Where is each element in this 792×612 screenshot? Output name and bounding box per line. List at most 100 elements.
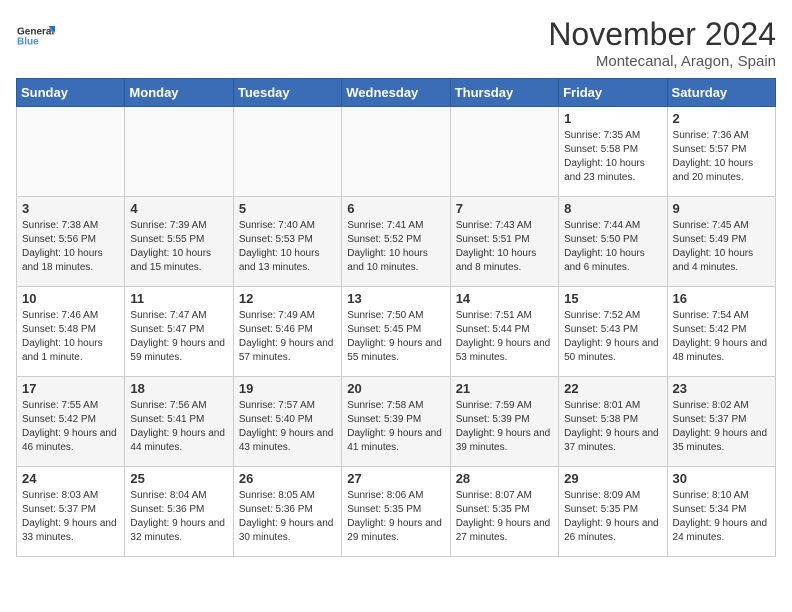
day-number: 29 bbox=[564, 471, 661, 486]
day-info: Sunrise: 8:01 AM Sunset: 5:38 PM Dayligh… bbox=[564, 399, 661, 455]
calendar-cell: 13 Sunrise: 7:50 AM Sunset: 5:45 PM Dayli… bbox=[342, 287, 450, 377]
day-info: Sunrise: 8:03 AM Sunset: 5:37 PM Dayligh… bbox=[22, 489, 119, 545]
calendar-cell: 14Sunrise: 7:51 AM Sunset: 5:44 PM Dayli… bbox=[450, 287, 558, 377]
day-number: 9 bbox=[673, 201, 770, 216]
day-info: Sunrise: 7:38 AM Sunset: 5:56 PM Dayligh… bbox=[22, 219, 119, 275]
day-info: Sunrise: 7:44 AM Sunset: 5:50 PM Dayligh… bbox=[564, 219, 661, 275]
logo: General Blue bbox=[16, 16, 106, 56]
calendar-cell: 22Sunrise: 8:01 AM Sunset: 5:38 PM Dayli… bbox=[559, 377, 667, 467]
calendar-cell: 17 Sunrise: 7:55 AM Sunset: 5:42 PM Dayli… bbox=[17, 377, 125, 467]
calendar-cell: 24 Sunrise: 8:03 AM Sunset: 5:37 PM Dayli… bbox=[17, 467, 125, 557]
day-info: Sunrise: 7:54 AM Sunset: 5:42 PM Dayligh… bbox=[673, 309, 770, 365]
calendar-week-row: 1Sunrise: 7:35 AM Sunset: 5:58 PM Daylig… bbox=[17, 107, 776, 197]
calendar-cell: 30 Sunrise: 8:10 AM Sunset: 5:34 PM Dayli… bbox=[667, 467, 775, 557]
day-info: Sunrise: 8:06 AM Sunset: 5:35 PM Dayligh… bbox=[347, 489, 444, 545]
day-number: 11 bbox=[130, 291, 227, 306]
day-number: 13 bbox=[347, 291, 444, 306]
calendar-cell bbox=[125, 107, 233, 197]
day-info: Sunrise: 7:36 AM Sunset: 5:57 PM Dayligh… bbox=[673, 129, 770, 185]
calendar-week-row: 24 Sunrise: 8:03 AM Sunset: 5:37 PM Dayli… bbox=[17, 467, 776, 557]
day-number: 28 bbox=[456, 471, 553, 486]
calendar-cell: 29Sunrise: 8:09 AM Sunset: 5:35 PM Dayli… bbox=[559, 467, 667, 557]
day-number: 17 bbox=[22, 381, 119, 396]
day-info: Sunrise: 7:52 AM Sunset: 5:43 PM Dayligh… bbox=[564, 309, 661, 365]
calendar-cell: 18 Sunrise: 7:56 AM Sunset: 5:41 PM Dayli… bbox=[125, 377, 233, 467]
day-number: 4 bbox=[130, 201, 227, 216]
calendar-cell: 15 Sunrise: 7:52 AM Sunset: 5:43 PM Dayli… bbox=[559, 287, 667, 377]
calendar-cell bbox=[233, 107, 341, 197]
calendar-cell: 10Sunrise: 7:46 AM Sunset: 5:48 PM Dayli… bbox=[17, 287, 125, 377]
day-info: Sunrise: 7:41 AM Sunset: 5:52 PM Dayligh… bbox=[347, 219, 444, 275]
calendar-week-row: 10Sunrise: 7:46 AM Sunset: 5:48 PM Dayli… bbox=[17, 287, 776, 377]
header-day-monday: Monday bbox=[125, 79, 233, 107]
day-info: Sunrise: 7:46 AM Sunset: 5:48 PM Dayligh… bbox=[22, 309, 119, 365]
day-number: 14 bbox=[456, 291, 553, 306]
day-info: Sunrise: 7:43 AM Sunset: 5:51 PM Dayligh… bbox=[456, 219, 553, 275]
svg-text:General: General bbox=[17, 27, 54, 38]
day-info: Sunrise: 7:55 AM Sunset: 5:42 PM Dayligh… bbox=[22, 399, 119, 455]
day-number: 8 bbox=[564, 201, 661, 216]
logo-svg: General Blue bbox=[16, 16, 56, 56]
day-number: 18 bbox=[130, 381, 227, 396]
day-number: 15 bbox=[564, 291, 661, 306]
calendar-week-row: 3 Sunrise: 7:38 AM Sunset: 5:56 PM Daylig… bbox=[17, 197, 776, 287]
day-number: 30 bbox=[673, 471, 770, 486]
calendar-cell: 3 Sunrise: 7:38 AM Sunset: 5:56 PM Daylig… bbox=[17, 197, 125, 287]
day-info: Sunrise: 7:45 AM Sunset: 5:49 PM Dayligh… bbox=[673, 219, 770, 275]
calendar-cell: 20 Sunrise: 7:58 AM Sunset: 5:39 PM Dayli… bbox=[342, 377, 450, 467]
day-info: Sunrise: 8:10 AM Sunset: 5:34 PM Dayligh… bbox=[673, 489, 770, 545]
day-info: Sunrise: 8:02 AM Sunset: 5:37 PM Dayligh… bbox=[673, 399, 770, 455]
calendar-cell: 4 Sunrise: 7:39 AM Sunset: 5:55 PM Daylig… bbox=[125, 197, 233, 287]
day-info: Sunrise: 7:50 AM Sunset: 5:45 PM Dayligh… bbox=[347, 309, 444, 365]
header-day-thursday: Thursday bbox=[450, 79, 558, 107]
calendar-cell: 27 Sunrise: 8:06 AM Sunset: 5:35 PM Dayli… bbox=[342, 467, 450, 557]
calendar-header-row: SundayMondayTuesdayWednesdayThursdayFrid… bbox=[17, 79, 776, 107]
header: General Blue November 2024 Montecanal, A… bbox=[16, 16, 776, 70]
calendar-cell: 6Sunrise: 7:41 AM Sunset: 5:52 PM Daylig… bbox=[342, 197, 450, 287]
title-area: November 2024 Montecanal, Aragon, Spain bbox=[548, 16, 776, 70]
day-info: Sunrise: 7:49 AM Sunset: 5:46 PM Dayligh… bbox=[239, 309, 336, 365]
day-info: Sunrise: 7:47 AM Sunset: 5:47 PM Dayligh… bbox=[130, 309, 227, 365]
calendar-cell: 1Sunrise: 7:35 AM Sunset: 5:58 PM Daylig… bbox=[559, 107, 667, 197]
calendar-cell: 28Sunrise: 8:07 AM Sunset: 5:35 PM Dayli… bbox=[450, 467, 558, 557]
calendar-cell: 9 Sunrise: 7:45 AM Sunset: 5:49 PM Daylig… bbox=[667, 197, 775, 287]
day-number: 21 bbox=[456, 381, 553, 396]
calendar-cell: 21 Sunrise: 7:59 AM Sunset: 5:39 PM Dayli… bbox=[450, 377, 558, 467]
month-title: November 2024 bbox=[548, 16, 776, 53]
calendar-cell bbox=[342, 107, 450, 197]
calendar-cell: 12 Sunrise: 7:49 AM Sunset: 5:46 PM Dayli… bbox=[233, 287, 341, 377]
calendar-cell: 16 Sunrise: 7:54 AM Sunset: 5:42 PM Dayli… bbox=[667, 287, 775, 377]
calendar-cell: 2 Sunrise: 7:36 AM Sunset: 5:57 PM Daylig… bbox=[667, 107, 775, 197]
location: Montecanal, Aragon, Spain bbox=[548, 53, 776, 70]
day-info: Sunrise: 7:59 AM Sunset: 5:39 PM Dayligh… bbox=[456, 399, 553, 455]
calendar-cell: 7 Sunrise: 7:43 AM Sunset: 5:51 PM Daylig… bbox=[450, 197, 558, 287]
svg-text:Blue: Blue bbox=[17, 37, 39, 48]
calendar-cell bbox=[450, 107, 558, 197]
day-number: 7 bbox=[456, 201, 553, 216]
day-info: Sunrise: 7:39 AM Sunset: 5:55 PM Dayligh… bbox=[130, 219, 227, 275]
header-day-saturday: Saturday bbox=[667, 79, 775, 107]
day-number: 19 bbox=[239, 381, 336, 396]
header-day-sunday: Sunday bbox=[17, 79, 125, 107]
day-number: 20 bbox=[347, 381, 444, 396]
day-number: 2 bbox=[673, 111, 770, 126]
day-number: 24 bbox=[22, 471, 119, 486]
day-number: 26 bbox=[239, 471, 336, 486]
day-number: 25 bbox=[130, 471, 227, 486]
day-number: 5 bbox=[239, 201, 336, 216]
day-number: 12 bbox=[239, 291, 336, 306]
day-number: 16 bbox=[673, 291, 770, 306]
header-day-wednesday: Wednesday bbox=[342, 79, 450, 107]
day-number: 27 bbox=[347, 471, 444, 486]
day-info: Sunrise: 8:04 AM Sunset: 5:36 PM Dayligh… bbox=[130, 489, 227, 545]
header-day-tuesday: Tuesday bbox=[233, 79, 341, 107]
day-info: Sunrise: 7:56 AM Sunset: 5:41 PM Dayligh… bbox=[130, 399, 227, 455]
day-info: Sunrise: 7:57 AM Sunset: 5:40 PM Dayligh… bbox=[239, 399, 336, 455]
calendar-cell bbox=[17, 107, 125, 197]
day-number: 3 bbox=[22, 201, 119, 216]
day-number: 1 bbox=[564, 111, 661, 126]
calendar-cell: 5Sunrise: 7:40 AM Sunset: 5:53 PM Daylig… bbox=[233, 197, 341, 287]
calendar-cell: 25 Sunrise: 8:04 AM Sunset: 5:36 PM Dayli… bbox=[125, 467, 233, 557]
day-info: Sunrise: 7:58 AM Sunset: 5:39 PM Dayligh… bbox=[347, 399, 444, 455]
calendar-cell: 19 Sunrise: 7:57 AM Sunset: 5:40 PM Dayli… bbox=[233, 377, 341, 467]
